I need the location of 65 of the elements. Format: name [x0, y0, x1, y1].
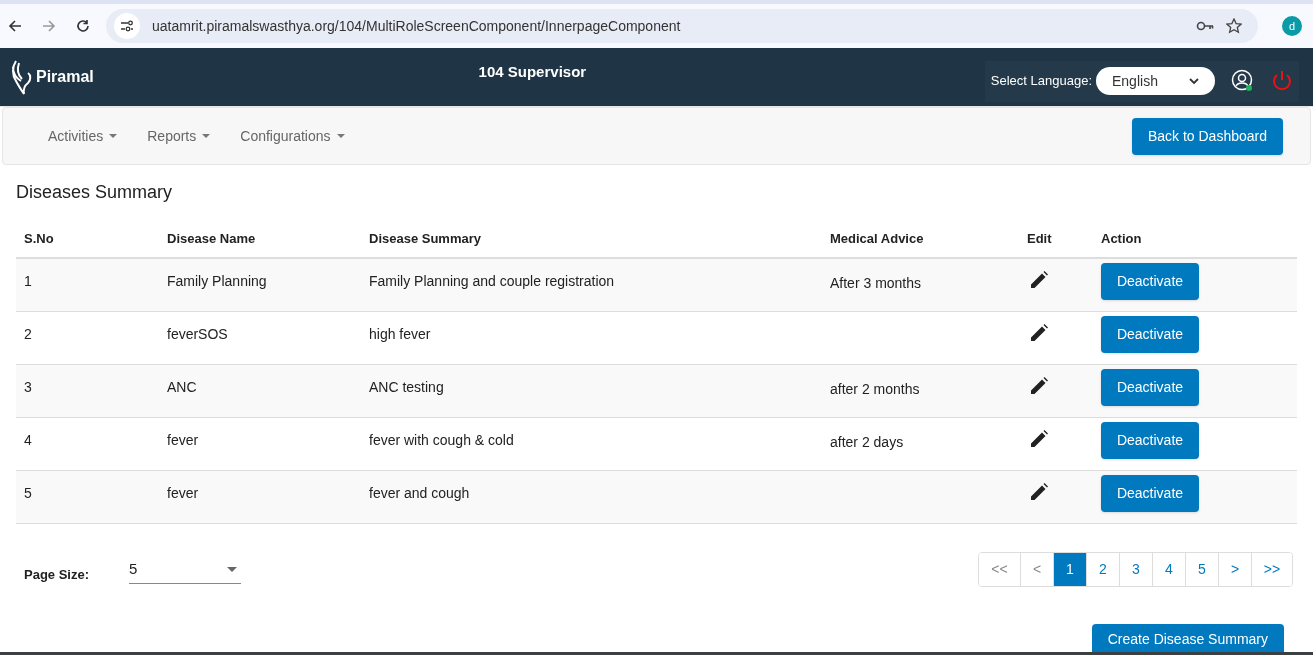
page-size-label: Page Size:: [24, 565, 91, 584]
deactivate-button[interactable]: Deactivate: [1101, 475, 1199, 512]
table-cell-text: Family Planning: [167, 272, 268, 291]
back-icon[interactable]: [8, 19, 22, 33]
page-size-select[interactable]: 5: [129, 555, 241, 584]
language-label: Select Language:: [990, 72, 1092, 91]
reload-icon[interactable]: [76, 19, 90, 33]
table-cell-text: 3: [24, 378, 33, 397]
create-disease-summary-button[interactable]: Create Disease Summary: [1091, 624, 1284, 652]
site-settings-icon[interactable]: [114, 13, 140, 39]
back-to-dashboard-button[interactable]: Back to Dashboard: [1131, 117, 1283, 155]
star-icon[interactable]: [1226, 18, 1242, 34]
power-icon[interactable]: [1271, 70, 1293, 92]
column-header: Disease Summary: [369, 230, 482, 249]
table-cell: after 2 days: [830, 434, 904, 450]
key-icon[interactable]: [1196, 21, 1214, 31]
table-cell-text: 5: [24, 484, 33, 503]
table-cell: After 3 months: [830, 275, 922, 291]
table-cell: after 2 months: [830, 381, 920, 397]
page-title: Diseases Summary: [16, 181, 174, 204]
page-button[interactable]: 1: [1053, 553, 1086, 586]
table-cell-text: high fever: [369, 325, 432, 344]
nav-menu[interactable]: Activities: [48, 125, 118, 147]
column-header: Edit: [1027, 230, 1053, 249]
caret-icon: [202, 134, 211, 138]
edit-icon[interactable]: [1030, 324, 1048, 342]
app-title: 104 Supervisor: [478, 61, 588, 82]
table-cell-text: ANC: [167, 378, 198, 397]
address-bar[interactable]: uatamrit.piramalswasthya.org/104/MultiRoleScreenComponent/InnerpageComponent: [106, 9, 1258, 43]
table-cell-text: Family Planning and couple registration: [369, 272, 616, 291]
edit-icon[interactable]: [1030, 430, 1048, 448]
url-text: uatamrit.piramalswasthya.org/104/MultiRoleScreenComponent/InnerpageComponent: [152, 16, 682, 36]
edit-icon[interactable]: [1030, 483, 1048, 501]
table-cell-text: 4: [24, 431, 33, 450]
table-cell-text: 1: [24, 272, 33, 291]
table-cell-text: 2: [24, 325, 33, 344]
column-header: Medical Advice: [830, 230, 925, 249]
column-header: Action: [1101, 230, 1143, 249]
table-cell-text: fever with cough & cold: [369, 431, 515, 450]
deactivate-button[interactable]: Deactivate: [1101, 316, 1199, 353]
edit-icon[interactable]: [1030, 377, 1048, 395]
column-header: Disease Name: [167, 230, 257, 249]
nav-menu[interactable]: Reports: [147, 125, 211, 147]
profile-avatar[interactable]: d: [1282, 16, 1302, 36]
column-header: S.No: [24, 230, 55, 249]
table-cell-text: fever: [167, 431, 200, 450]
language-select[interactable]: English: [1096, 67, 1215, 95]
table-cell-text: feverSOS: [167, 325, 229, 344]
table-cell-text: fever: [167, 484, 200, 503]
deactivate-button[interactable]: Deactivate: [1101, 263, 1199, 300]
chevron-down-icon: [1189, 77, 1199, 85]
table-cell-text: fever and cough: [369, 484, 471, 503]
forward-icon[interactable]: [42, 19, 56, 33]
table-cell-text: ANC testing: [369, 378, 445, 397]
caret-icon: [227, 566, 237, 572]
edit-icon[interactable]: [1030, 271, 1048, 289]
user-icon[interactable]: [1231, 69, 1255, 93]
deactivate-button[interactable]: Deactivate: [1101, 369, 1199, 406]
caret-icon: [109, 134, 118, 138]
page-button[interactable]: >>: [1251, 553, 1292, 586]
deactivate-button[interactable]: Deactivate: [1101, 422, 1199, 459]
logo-icon: [10, 59, 32, 95]
nav-menu[interactable]: Configurations: [240, 125, 345, 147]
caret-icon: [336, 134, 345, 138]
logo-text: Piramal: [36, 67, 94, 87]
